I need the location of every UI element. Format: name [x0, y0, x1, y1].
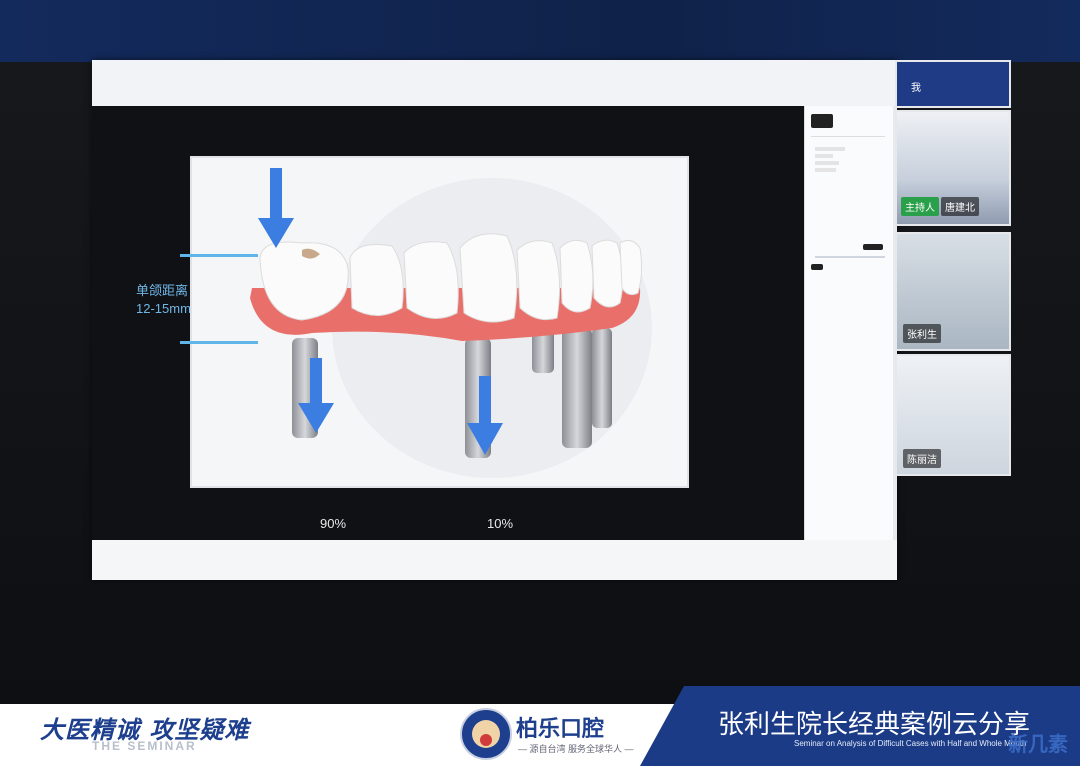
participant-name-2: 张利生: [903, 324, 941, 343]
panel-divider: [811, 136, 885, 137]
measure-line-top: [180, 254, 258, 257]
arrow-left-shaft: [310, 358, 322, 403]
video-participants-column: 我 主持人 唐建北 张利生 陈丽洁: [895, 60, 1011, 480]
panel-slider[interactable]: [815, 256, 885, 258]
host-badge: 主持人: [901, 197, 939, 216]
panel-control-1[interactable]: [863, 244, 883, 250]
seminar-label: THE SEMINAR: [92, 739, 197, 753]
screen-header-strip: [92, 60, 897, 106]
arrow-top-shaft: [270, 168, 282, 220]
host-video-tile[interactable]: 主持人 唐建北: [895, 110, 1011, 226]
presentation-slide: 单颌距离 12-15mm 90% 10%: [92, 106, 804, 540]
top-banner: [0, 0, 1080, 62]
measure-line-bottom: [180, 341, 258, 344]
arrow-right-shaft: [479, 376, 491, 426]
left-percent-label: 90%: [320, 516, 347, 531]
panel-option-list: [815, 144, 845, 184]
dental-implant-illustration: [190, 156, 689, 488]
implant-5: [592, 328, 612, 428]
participant-name-3: 陈丽洁: [903, 449, 941, 468]
brand-tagline: — 源自台湾 服务全球华人 —: [518, 744, 634, 754]
meeting-side-panel: [804, 106, 893, 540]
measure-label-line2: 12-15mm: [136, 301, 191, 316]
brand-logo-icon: [460, 708, 512, 760]
screen-bottom-strip: [92, 540, 897, 580]
implant-bridge-graphic: [250, 168, 652, 478]
projected-screen: 单颌距离 12-15mm 90% 10%: [92, 60, 897, 580]
measure-label: 单颌距离 12-15mm: [136, 282, 191, 318]
participant-name-host: 唐建北: [941, 197, 979, 216]
panel-control-2[interactable]: [811, 264, 823, 270]
self-video-tile[interactable]: 我: [895, 60, 1011, 108]
brand-name: 柏乐口腔: [516, 716, 605, 741]
implant-4: [562, 328, 592, 448]
participant-name-self: 我: [911, 83, 921, 94]
right-percent-label: 10%: [487, 516, 514, 531]
measure-label-line1: 单颌距离: [136, 283, 189, 298]
event-title: 张利生院长经典案例云分享: [718, 710, 1031, 740]
participant-video-tile-3[interactable]: 陈丽洁: [895, 354, 1011, 476]
participant-video-tile-2[interactable]: 张利生: [895, 232, 1011, 351]
event-subtitle: Seminar on Analysis of Difficult Cases w…: [794, 739, 1027, 748]
panel-header-block: [811, 114, 833, 128]
watermark: 新几素: [1008, 734, 1068, 756]
